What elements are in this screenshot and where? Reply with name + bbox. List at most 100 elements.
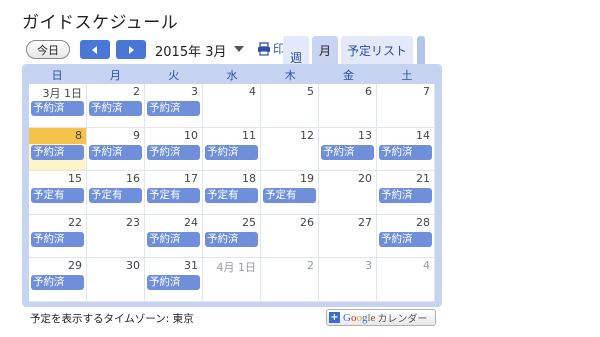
day-number[interactable]: 21 bbox=[416, 172, 430, 185]
day-number[interactable]: 27 bbox=[358, 216, 372, 229]
google-calendar-button[interactable]: + Google カレンダー bbox=[326, 309, 436, 326]
day-number[interactable]: 3 bbox=[365, 259, 372, 272]
day-number[interactable]: 31 bbox=[184, 259, 198, 272]
day-number[interactable]: 25 bbox=[242, 216, 256, 229]
event-chip[interactable]: 予約済 bbox=[205, 231, 258, 247]
tab-agenda[interactable]: 予定リスト bbox=[341, 36, 413, 64]
day-number[interactable]: 17 bbox=[184, 172, 198, 185]
day-cell-today[interactable]: 8 予約済 bbox=[29, 127, 87, 171]
day-number[interactable]: 13 bbox=[358, 129, 372, 142]
day-cell[interactable]: 22 予約済 bbox=[29, 214, 87, 258]
event-chip[interactable]: 予約済 bbox=[147, 101, 200, 116]
tab-month[interactable]: 月 bbox=[312, 36, 338, 64]
event-chip[interactable]: 予約済 bbox=[147, 231, 200, 247]
day-cell[interactable]: 15 予定有 bbox=[29, 171, 87, 214]
day-number[interactable]: 5 bbox=[307, 85, 314, 98]
day-number[interactable]: 4 bbox=[423, 259, 430, 272]
day-number[interactable]: 11 bbox=[242, 129, 256, 142]
day-number[interactable]: 20 bbox=[358, 172, 372, 185]
event-chip[interactable]: 予約済 bbox=[205, 144, 258, 160]
day-cell[interactable]: 4 bbox=[203, 84, 261, 127]
day-number[interactable]: 19 bbox=[300, 172, 314, 185]
day-cell[interactable]: 12 bbox=[261, 127, 319, 171]
day-cell[interactable]: 16 予定有 bbox=[87, 171, 145, 214]
day-number[interactable]: 18 bbox=[242, 172, 256, 185]
day-cell[interactable]: 26 bbox=[261, 214, 319, 258]
day-cell[interactable]: 2 予約済 bbox=[87, 84, 145, 127]
day-number[interactable]: 14 bbox=[416, 129, 430, 142]
day-cell[interactable]: 13 予約済 bbox=[319, 127, 377, 171]
day-cell[interactable]: 30 bbox=[87, 258, 145, 301]
week-row: 15 予定有 16 予定有 17 予定有 18 予定有 19 予定有 20 21 予約済 bbox=[29, 171, 435, 215]
event-chip[interactable]: 予定有 bbox=[31, 188, 84, 204]
day-number[interactable]: 22 bbox=[68, 216, 82, 229]
day-cell[interactable]: 25 予約済 bbox=[203, 214, 261, 258]
event-chip[interactable]: 予約済 bbox=[31, 231, 84, 247]
day-cell[interactable]: 3月 1日 予約済 bbox=[29, 84, 87, 127]
event-chip[interactable]: 予約済 bbox=[31, 101, 84, 116]
event-chip[interactable]: 予約済 bbox=[379, 231, 432, 247]
day-cell[interactable]: 10 予約済 bbox=[145, 127, 203, 171]
day-cell[interactable]: 6 bbox=[319, 84, 377, 127]
day-number[interactable]: 30 bbox=[126, 259, 140, 272]
day-cell[interactable]: 7 bbox=[377, 84, 435, 127]
day-number[interactable]: 23 bbox=[126, 216, 140, 229]
event-chip[interactable]: 予定有 bbox=[147, 188, 200, 204]
day-number[interactable]: 3 bbox=[191, 85, 198, 98]
day-number[interactable]: 12 bbox=[300, 129, 314, 142]
day-cell[interactable]: 14 予約済 bbox=[377, 127, 435, 171]
day-cell[interactable]: 31 予約済 bbox=[145, 258, 203, 301]
day-number[interactable]: 9 bbox=[133, 129, 140, 142]
day-number[interactable]: 8 bbox=[75, 129, 82, 142]
next-month-button[interactable] bbox=[116, 40, 146, 59]
day-number[interactable]: 28 bbox=[416, 216, 430, 229]
day-cell[interactable]: 4 bbox=[377, 258, 435, 301]
event-chip[interactable]: 予定有 bbox=[205, 188, 258, 204]
day-number[interactable]: 3月 1日 bbox=[43, 85, 83, 101]
event-chip[interactable]: 予約済 bbox=[147, 144, 200, 160]
day-number[interactable]: 4 bbox=[249, 85, 256, 98]
day-cell[interactable]: 11 予約済 bbox=[203, 127, 261, 171]
prev-month-button[interactable] bbox=[80, 40, 110, 59]
day-cell[interactable]: 27 bbox=[319, 214, 377, 258]
event-chip[interactable]: 予約済 bbox=[89, 144, 142, 160]
day-cell[interactable]: 23 bbox=[87, 214, 145, 258]
day-number[interactable]: 16 bbox=[126, 172, 140, 185]
day-number[interactable]: 4月 1日 bbox=[217, 259, 257, 275]
event-chip[interactable]: 予約済 bbox=[379, 188, 432, 204]
event-chip[interactable]: 予約済 bbox=[31, 275, 84, 291]
event-chip[interactable]: 予約済 bbox=[147, 275, 200, 291]
day-cell[interactable]: 29 予約済 bbox=[29, 258, 87, 301]
day-cell[interactable]: 4月 1日 bbox=[203, 258, 261, 301]
day-cell[interactable]: 21 予約済 bbox=[377, 171, 435, 214]
day-number[interactable]: 29 bbox=[68, 259, 82, 272]
event-chip[interactable]: 予定有 bbox=[263, 188, 316, 204]
day-number[interactable]: 24 bbox=[184, 216, 198, 229]
day-number[interactable]: 26 bbox=[300, 216, 314, 229]
event-chip[interactable]: 予約済 bbox=[31, 144, 84, 160]
day-cell[interactable]: 20 bbox=[319, 171, 377, 214]
day-cell[interactable]: 19 予定有 bbox=[261, 171, 319, 214]
day-cell[interactable]: 18 予定有 bbox=[203, 171, 261, 214]
event-chip[interactable]: 予約済 bbox=[321, 144, 374, 160]
day-cell[interactable]: 24 予約済 bbox=[145, 214, 203, 258]
day-cell[interactable]: 17 予定有 bbox=[145, 171, 203, 214]
event-chip[interactable]: 予約済 bbox=[89, 101, 142, 116]
day-number[interactable]: 6 bbox=[365, 85, 372, 98]
day-number[interactable]: 2 bbox=[133, 85, 140, 98]
day-cell[interactable]: 9 予約済 bbox=[87, 127, 145, 171]
event-chip[interactable]: 予定有 bbox=[89, 188, 142, 204]
day-cell[interactable]: 5 bbox=[261, 84, 319, 127]
day-cell[interactable]: 3 bbox=[319, 258, 377, 301]
tab-overflow[interactable] bbox=[417, 36, 425, 64]
today-button[interactable]: 今日 bbox=[26, 40, 70, 59]
day-number[interactable]: 15 bbox=[68, 172, 82, 185]
event-chip[interactable]: 予約済 bbox=[379, 144, 432, 160]
day-cell[interactable]: 28 予約済 bbox=[377, 214, 435, 258]
caret-down-icon[interactable] bbox=[234, 46, 244, 53]
day-cell[interactable]: 2 bbox=[261, 258, 319, 301]
day-number[interactable]: 2 bbox=[307, 259, 314, 272]
day-number[interactable]: 10 bbox=[184, 129, 198, 142]
day-number[interactable]: 7 bbox=[423, 85, 430, 98]
day-cell[interactable]: 3 予約済 bbox=[145, 84, 203, 127]
